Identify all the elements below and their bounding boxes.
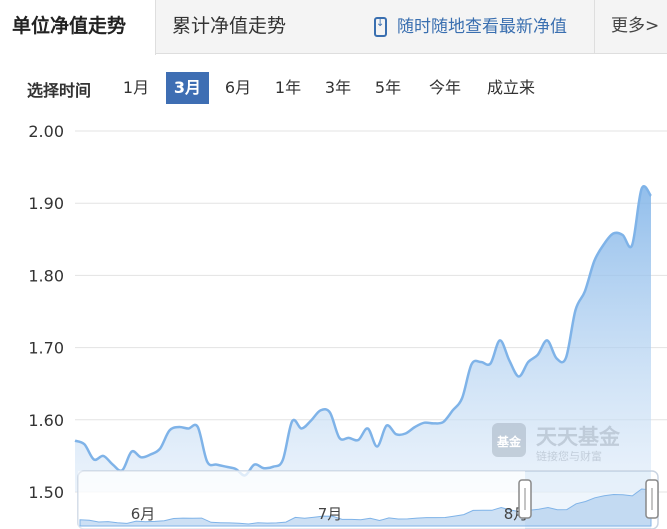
- navigator-selected-range[interactable]: [525, 471, 651, 529]
- time-range-selector: 选择时间 1月 3月 6月 1年 3年 5年 今年 成立来: [0, 72, 667, 104]
- y-tick-label: 2.00: [28, 122, 64, 141]
- y-tick-label: 1.70: [28, 339, 64, 358]
- watermark-name: 天天基金: [536, 425, 621, 449]
- navigator-month-label: 7月: [318, 505, 343, 523]
- watermark: 基金 天天基金 链接您与财富: [492, 423, 621, 463]
- y-tick-label: 1.60: [28, 411, 64, 430]
- y-tick-label: 1.90: [28, 194, 64, 213]
- mobile-link-label: 随时随地查看最新净值: [397, 17, 567, 37]
- navigator[interactable]: 6月 7月 8月: [77, 470, 659, 529]
- navigator-month-label: 6月: [131, 505, 156, 523]
- y-tick-label: 1.50: [28, 483, 64, 502]
- phone-download-icon: [374, 16, 387, 37]
- nav-chart: 2.001.901.801.701.601.50 基金 天天基金 链接您与财富 …: [28, 122, 667, 529]
- y-axis: 2.00 1.90 1.80 1.70 1.60 1.50: [28, 122, 64, 502]
- range-option-5y[interactable]: 5年: [368, 72, 408, 104]
- range-option-3y[interactable]: 3年: [318, 72, 358, 104]
- range-title: 选择时间: [27, 81, 92, 100]
- range-option-inception[interactable]: 成立来: [478, 72, 544, 104]
- range-option-3m[interactable]: 3月: [166, 72, 209, 104]
- more-link[interactable]: 更多>: [594, 0, 667, 54]
- mobile-link[interactable]: 随时随地查看最新净值: [374, 0, 594, 54]
- watermark-logo-text: 基金: [496, 434, 522, 449]
- y-tick-label: 1.80: [28, 266, 64, 285]
- range-option-ytd[interactable]: 今年: [422, 72, 468, 104]
- watermark-slogan: 链接您与财富: [536, 449, 602, 463]
- tab-accum-nav[interactable]: 累计净值走势: [172, 0, 372, 54]
- tab-unit-nav[interactable]: 单位净值走势: [0, 0, 156, 55]
- tab-bar: 单位净值走势 累计净值走势 随时随地查看最新净值 更多>: [0, 0, 667, 55]
- range-option-6m[interactable]: 6月: [218, 72, 258, 104]
- range-option-1y[interactable]: 1年: [268, 72, 308, 104]
- range-option-1m[interactable]: 1月: [116, 72, 156, 104]
